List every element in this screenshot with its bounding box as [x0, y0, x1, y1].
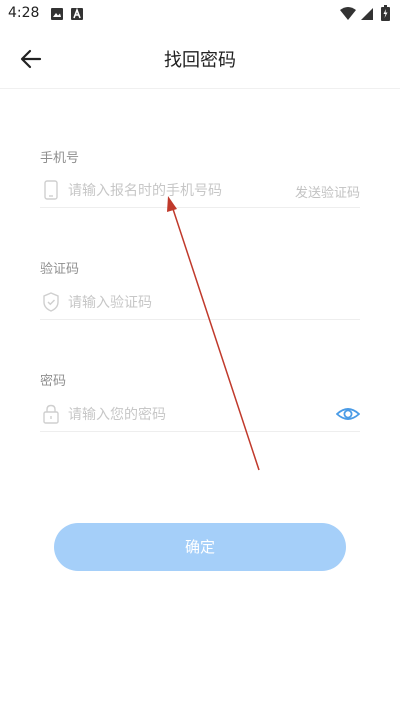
code-input-row [40, 287, 360, 320]
send-code-button[interactable]: 发送验证码 [295, 182, 360, 201]
password-input[interactable] [66, 403, 270, 427]
status-bar: 4:28 [0, 0, 400, 28]
phone-input-row: 发送验证码 [40, 175, 360, 208]
password-field: 密码 [40, 370, 360, 432]
app-notification-icon [71, 7, 83, 20]
code-field: 验证码 [40, 258, 360, 320]
password-label: 密码 [40, 374, 67, 389]
phone-icon [44, 180, 58, 200]
battery-icon [381, 5, 390, 21]
confirm-button[interactable]: 确定 [54, 523, 346, 571]
phone-label: 手机号 [40, 151, 80, 166]
password-input-row [40, 399, 360, 432]
signal-icon [361, 8, 373, 20]
annotation-arrow-icon [167, 196, 260, 471]
phone-input[interactable] [66, 179, 270, 203]
wifi-icon [340, 7, 356, 20]
gallery-notification-icon [51, 8, 63, 20]
code-input[interactable] [66, 291, 270, 315]
app-header: 找回密码 [0, 28, 400, 89]
eye-icon[interactable] [336, 403, 360, 425]
phone-field: 手机号 发送验证码 [40, 147, 360, 208]
page-title: 找回密码 [164, 50, 236, 71]
shield-icon [43, 292, 59, 312]
status-time: 4:28 [8, 5, 40, 21]
lock-icon [43, 404, 59, 424]
code-label: 验证码 [40, 262, 80, 277]
